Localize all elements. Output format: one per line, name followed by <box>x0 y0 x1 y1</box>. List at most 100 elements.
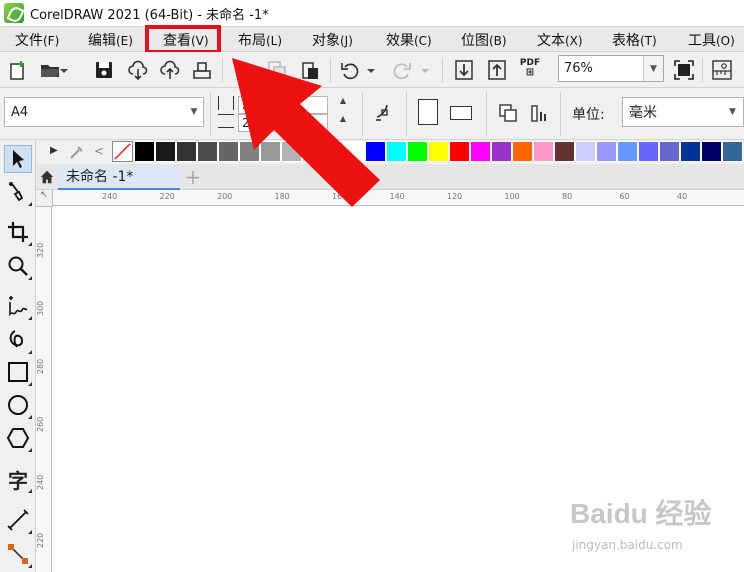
current-page-icon[interactable] <box>528 101 552 125</box>
menu-tools[interactable]: 工具(O) <box>688 30 735 50</box>
color-swatch[interactable] <box>344 141 365 162</box>
crop-tool[interactable] <box>4 218 32 246</box>
open-dropdown-icon[interactable] <box>58 58 70 82</box>
color-swatch[interactable] <box>176 141 197 162</box>
color-swatch[interactable] <box>449 141 470 162</box>
no-color-swatch[interactable] <box>112 141 133 162</box>
undo-dropdown-icon[interactable] <box>364 58 378 82</box>
connector-tool[interactable] <box>4 540 32 568</box>
new-document-icon[interactable] <box>6 58 30 82</box>
page-size-value[interactable]: A4 <box>5 105 185 120</box>
export-icon[interactable] <box>485 58 509 82</box>
color-swatch[interactable] <box>470 141 491 162</box>
page-width-field[interactable]: 21 <box>238 96 328 114</box>
landscape-orientation-icon[interactable] <box>450 106 472 120</box>
ellipse-tool[interactable] <box>4 391 32 419</box>
color-swatch[interactable] <box>575 141 596 162</box>
menu-table[interactable]: 表格(T) <box>612 30 657 50</box>
ruler-tick-label: 320 <box>36 242 45 258</box>
ruler-tick-label: 220 <box>159 192 175 201</box>
zoom-tool[interactable] <box>4 252 32 280</box>
color-swatch[interactable] <box>533 141 554 162</box>
polygon-tool[interactable] <box>4 424 32 452</box>
all-pages-icon[interactable] <box>496 101 520 125</box>
parallel-dimension-tool[interactable] <box>4 506 32 534</box>
menu-object[interactable]: 对象(J) <box>312 30 353 50</box>
window-title: CorelDRAW 2021 (64-Bit) - 未命名 -1* <box>30 7 269 23</box>
print-icon[interactable] <box>190 58 214 82</box>
full-screen-preview-icon[interactable] <box>672 58 696 82</box>
paper-orientation-tool-icon[interactable] <box>372 100 396 124</box>
color-swatch[interactable] <box>281 141 302 162</box>
color-swatch[interactable] <box>365 141 386 162</box>
color-swatch[interactable] <box>680 141 701 162</box>
color-swatch[interactable] <box>407 141 428 162</box>
coreldraw-logo-icon <box>4 3 24 23</box>
redo-disabled-icon <box>390 58 414 82</box>
artistic-media-tool[interactable] <box>4 326 32 354</box>
new-tab-plus-icon[interactable]: + <box>182 167 204 189</box>
document-tab[interactable]: 未命名 -1* <box>58 166 180 190</box>
zoom-dropdown-icon[interactable]: ▼ <box>643 56 663 81</box>
color-swatch[interactable] <box>491 141 512 162</box>
color-swatch[interactable] <box>428 141 449 162</box>
text-tool[interactable]: 字 <box>4 465 32 493</box>
zoom-level-combo[interactable]: 76% ▼ <box>558 55 664 82</box>
color-swatch[interactable] <box>134 141 155 162</box>
page-width-icon <box>218 96 234 110</box>
shape-tool[interactable] <box>4 178 32 206</box>
units-label: 单位: <box>572 107 605 123</box>
color-swatch[interactable] <box>218 141 239 162</box>
color-swatch[interactable] <box>323 141 344 162</box>
palette-scroll-left-icon[interactable]: < <box>94 144 104 158</box>
home-icon[interactable] <box>36 164 58 190</box>
color-swatch[interactable] <box>386 141 407 162</box>
height-spinner[interactable]: ▲ <box>330 114 356 132</box>
menu-file[interactable]: 文件(F) <box>15 30 59 50</box>
color-swatch[interactable] <box>554 141 575 162</box>
menu-layout[interactable]: 布局(L) <box>238 30 282 50</box>
ruler-options-icon[interactable] <box>710 58 734 82</box>
zoom-level-value[interactable]: 76% <box>559 61 643 76</box>
import-icon[interactable] <box>452 58 476 82</box>
freehand-tool[interactable] <box>4 292 32 320</box>
color-swatch[interactable] <box>701 141 722 162</box>
export-pdf-icon[interactable]: PDF ⊞ <box>518 56 542 80</box>
width-spinner[interactable]: ▲ <box>330 96 356 114</box>
units-dropdown-icon[interactable]: ▼ <box>729 107 743 117</box>
color-swatch[interactable] <box>260 141 281 162</box>
color-swatch[interactable] <box>659 141 680 162</box>
color-swatch[interactable] <box>239 141 260 162</box>
menu-edit[interactable]: 编辑(E) <box>88 30 133 50</box>
title-bar: CorelDRAW 2021 (64-Bit) - 未命名 -1* <box>0 0 744 26</box>
menu-effects[interactable]: 效果(C) <box>386 30 432 50</box>
page-size-select[interactable]: A4 ▼ <box>4 97 204 127</box>
color-swatch[interactable] <box>302 141 323 162</box>
units-select[interactable]: 毫米 ▼ <box>622 97 744 127</box>
color-swatch[interactable] <box>617 141 638 162</box>
eyedropper-icon[interactable] <box>68 143 86 161</box>
palette-scroll-right-icon[interactable]: ▶ <box>50 145 58 156</box>
ruler-origin-icon[interactable]: ↖ <box>36 190 53 207</box>
pick-tool[interactable] <box>4 145 32 173</box>
cloud-upload-icon[interactable] <box>158 58 182 82</box>
paste-icon[interactable] <box>298 58 322 82</box>
color-swatch[interactable] <box>155 141 176 162</box>
page-size-dropdown-icon[interactable]: ▼ <box>185 107 203 117</box>
color-swatch[interactable] <box>722 141 743 162</box>
color-swatch[interactable] <box>596 141 617 162</box>
page-height-field[interactable]: 297 <box>238 114 328 132</box>
copy-disabled-icon <box>265 58 289 82</box>
portrait-orientation-icon[interactable] <box>418 99 438 125</box>
units-value[interactable]: 毫米 <box>623 102 729 122</box>
cloud-download-icon[interactable] <box>126 58 150 82</box>
menu-text[interactable]: 文本(X) <box>537 30 583 50</box>
undo-icon[interactable] <box>338 58 362 82</box>
color-swatch[interactable] <box>512 141 533 162</box>
color-swatch[interactable] <box>638 141 659 162</box>
rectangle-tool[interactable] <box>4 358 32 386</box>
save-icon[interactable] <box>92 58 116 82</box>
menu-bitmaps[interactable]: 位图(B) <box>461 30 507 50</box>
color-swatch[interactable] <box>197 141 218 162</box>
vertical-ruler <box>36 206 52 572</box>
